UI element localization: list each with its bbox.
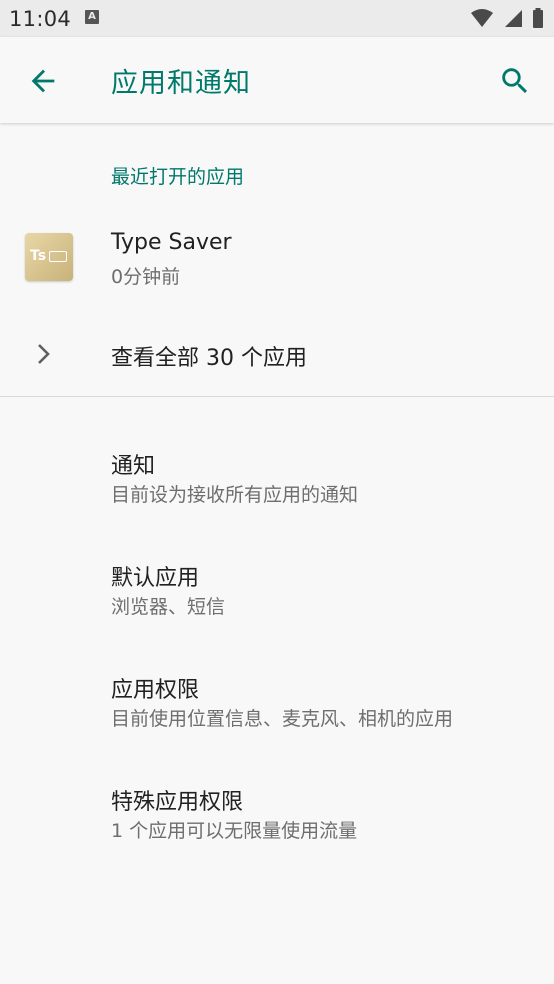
settings-item-special-access[interactable]: 特殊应用权限 1 个应用可以无限量使用流量 (0, 766, 554, 862)
settings-item-title: 通知 (111, 454, 156, 479)
settings-item-summary: 目前使用位置信息、麦克风、相机的应用 (111, 708, 454, 730)
app-bar: 应用和通知 (0, 37, 554, 123)
settings-item-title: 默认应用 (111, 566, 200, 591)
settings-item-title: 应用权限 (111, 678, 200, 703)
settings-item-summary: 浏览器、短信 (111, 596, 226, 618)
notification-badge-icon: A (85, 10, 99, 24)
settings-item-summary: 目前设为接收所有应用的通知 (111, 484, 359, 506)
see-all-apps-label: 查看全部 30 个应用 (111, 346, 307, 371)
wifi-icon (470, 9, 493, 27)
battery-icon (533, 8, 543, 28)
recent-app-item[interactable]: Ts Type Saver 0分钟前 (0, 220, 554, 296)
recent-app-time: 0分钟前 (111, 266, 181, 288)
arrow-back-icon (31, 69, 55, 93)
settings-item-title: 特殊应用权限 (111, 790, 244, 815)
keyboard-icon (49, 251, 67, 262)
signal-icon (504, 10, 522, 27)
page-title: 应用和通知 (111, 68, 251, 99)
settings-item-default-apps[interactable]: 默认应用 浏览器、短信 (0, 542, 554, 638)
type-saver-app-icon: Ts (25, 233, 73, 281)
see-all-apps-row[interactable]: 查看全部 30 个应用 (0, 322, 554, 386)
status-bar: 11:04 A (0, 0, 554, 37)
search-button[interactable] (498, 64, 532, 98)
settings-item-app-permissions[interactable]: 应用权限 目前使用位置信息、麦克风、相机的应用 (0, 654, 554, 750)
recent-app-name: Type Saver (111, 230, 232, 255)
settings-item-notifications[interactable]: 通知 目前设为接收所有应用的通知 (0, 430, 554, 526)
app-icon-text: Ts (30, 248, 47, 264)
status-icons (466, 7, 544, 29)
recent-apps-header: 最近打开的应用 (111, 166, 245, 188)
back-button[interactable] (26, 64, 60, 98)
status-time: 11:04 (9, 7, 72, 31)
search-icon (502, 68, 528, 94)
section-divider (0, 396, 554, 397)
settings-item-summary: 1 个应用可以无限量使用流量 (111, 820, 358, 842)
chevron-right-icon (38, 344, 50, 364)
